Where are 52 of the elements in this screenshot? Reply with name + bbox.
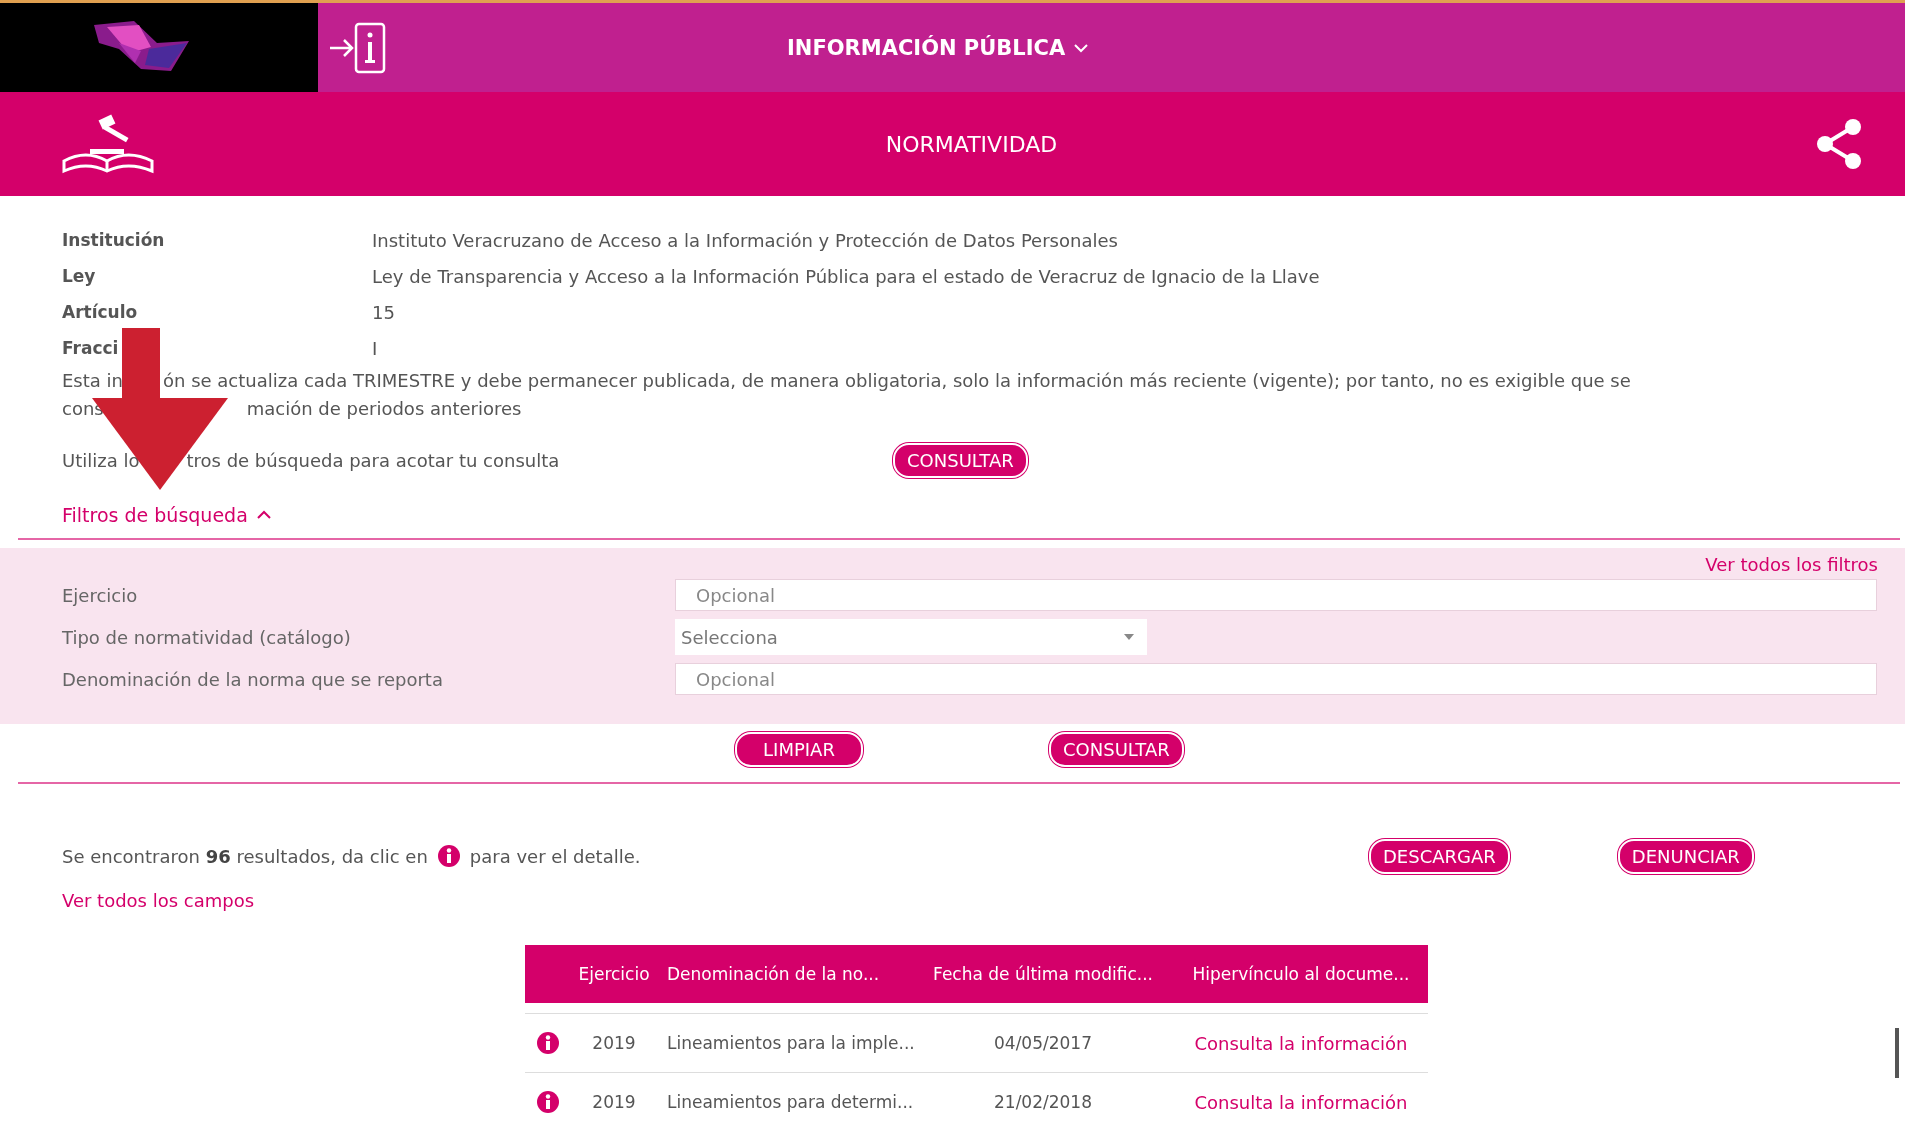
field-label: Fracci (62, 338, 120, 358)
field-value: Ley de Transparencia y Acceso a la Información Pública para el estado de Veracruz de Ignacio de la Llave (372, 265, 1320, 287)
caret-icon (1123, 633, 1135, 641)
filter-label: Ejercicio (61, 584, 139, 606)
notice-text: mación de periodos anteriores (246, 397, 522, 419)
field-value: Instituto Veracruzano de Acceso a la Información y Protección de Datos Personales (372, 229, 1118, 251)
input-field[interactable]: Opcional (675, 579, 1877, 611)
table-cell-text: 2019 (591, 1092, 637, 1112)
info-icon[interactable] (537, 1032, 559, 1054)
chevron-up-icon (255, 510, 272, 520)
column-header[interactable]: Denominación de la no... (657, 964, 912, 984)
input-field[interactable]: Opcional (675, 663, 1877, 695)
table-cell-text: Lineamientos para determi... (666, 1092, 912, 1112)
notice-text: cons (62, 397, 104, 419)
share-icon[interactable] (1815, 118, 1863, 170)
menu-dropdown[interactable]: INFORMACIÓN PÚBLICA (783, 31, 1094, 64)
info-icon (437, 845, 460, 867)
filter-label: Denominación de la norma que se reporta (61, 668, 444, 690)
filter-button[interactable]: LIMPIAR (735, 731, 863, 767)
notice-text: Esta in (62, 369, 123, 391)
scrollbar-thumb[interactable] (1895, 1028, 1899, 1078)
column-header[interactable]: Ejercicio (571, 964, 657, 984)
info-icon[interactable] (537, 1091, 559, 1113)
section-title: NORMATIVIDAD (885, 131, 1058, 157)
hint-text: tros de búsqueda para acotar tu consulta (186, 449, 560, 471)
action-button[interactable]: DESCARGAR (1369, 838, 1510, 874)
field-label: Institución (62, 230, 166, 250)
column-header[interactable]: Hipervínculo al docume... (1174, 964, 1428, 984)
field-label: Artículo (62, 302, 139, 322)
notice-text: ón se actualiza cada TRIMESTRE y debe permanecer publicada, de manera obligatoria, solo la información más reciente (vigente); por tanto, no es exigible que se (163, 369, 1631, 391)
filter-label: Tipo de normatividad (catálogo) (61, 626, 352, 648)
table-cell-text: 2019 (591, 1033, 637, 1053)
results-summary: para ver el detalle. (469, 845, 641, 867)
table-cell-text: Lineamientos para la imple... (666, 1033, 912, 1053)
consult-button[interactable]: CONSULTAR (893, 442, 1028, 478)
action-button[interactable]: DENUNCIAR (1617, 838, 1754, 874)
view-all-filters-link[interactable]: Ver todos los filtros (1705, 553, 1878, 575)
results-summary: Se encontraron 96 resultados, da clic en (62, 845, 428, 867)
filters-toggle-link[interactable]: Filtros de búsqueda (62, 500, 272, 530)
table-cell-text: 04/05/2017 (993, 1033, 1093, 1053)
chevron-down-icon (1073, 42, 1090, 53)
hint-text: Utiliza lo (62, 449, 140, 471)
field-value: 15 (372, 301, 395, 323)
field-value: I (372, 337, 378, 359)
info-link[interactable]: Consulta la información (1174, 1032, 1428, 1054)
column-header[interactable]: Fecha de última modific... (912, 964, 1174, 984)
info-link[interactable]: Consulta la información (1174, 1091, 1428, 1113)
table-cell-text: 21/02/2018 (993, 1092, 1093, 1112)
view-all-fields-link[interactable]: Ver todos los campos (62, 890, 255, 911)
filter-button[interactable]: CONSULTAR (1049, 731, 1184, 767)
dropdown[interactable]: Selecciona (675, 619, 1147, 655)
field-label: Ley (62, 266, 97, 286)
